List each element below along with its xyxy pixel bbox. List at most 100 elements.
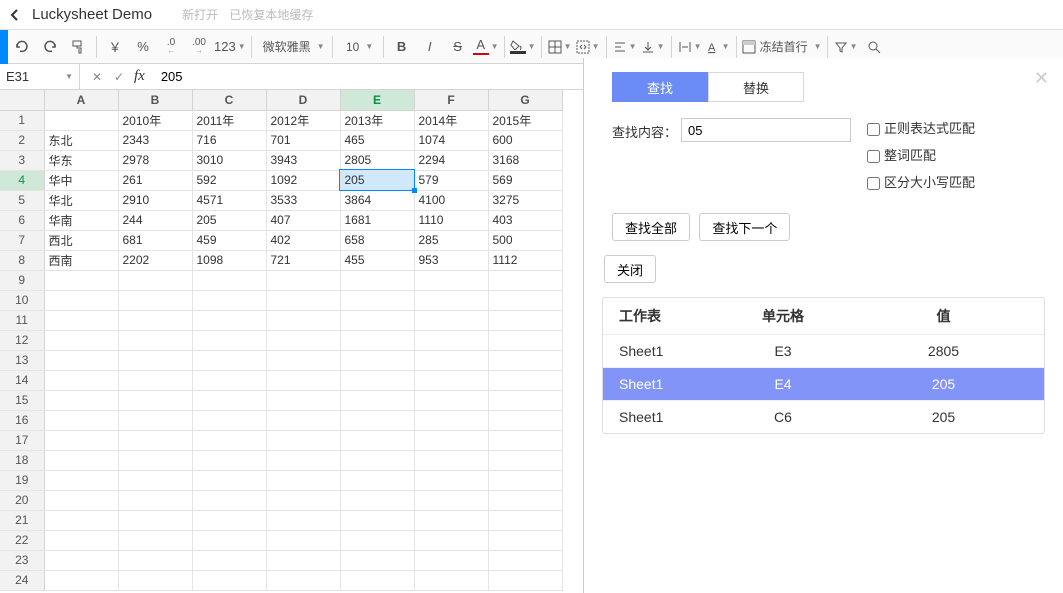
col-header[interactable]: E [340, 90, 414, 110]
cell[interactable] [340, 270, 414, 290]
strikethrough-button[interactable]: S [445, 34, 471, 60]
cell[interactable]: 244 [118, 210, 192, 230]
cell[interactable] [340, 450, 414, 470]
cell[interactable] [192, 530, 266, 550]
format-painter-button[interactable] [65, 34, 91, 60]
find-input[interactable] [681, 118, 851, 142]
cell[interactable] [414, 490, 488, 510]
close-icon[interactable]: ✕ [1034, 68, 1049, 89]
row-header[interactable]: 1 [0, 110, 44, 130]
cell[interactable] [414, 310, 488, 330]
cell[interactable] [44, 290, 118, 310]
cell[interactable] [340, 290, 414, 310]
redo-button[interactable] [37, 34, 63, 60]
cell[interactable]: 华东 [44, 150, 118, 170]
cell[interactable]: 3533 [266, 190, 340, 210]
cell[interactable] [44, 390, 118, 410]
cell[interactable]: 1098 [192, 250, 266, 270]
cell[interactable] [340, 570, 414, 590]
whole-word-checkbox[interactable] [867, 150, 880, 163]
rotate-button[interactable]: A▼ [705, 34, 731, 60]
row-header[interactable]: 13 [0, 350, 44, 370]
cell[interactable] [118, 450, 192, 470]
percent-button[interactable]: % [130, 34, 156, 60]
cell[interactable] [414, 390, 488, 410]
row-header[interactable]: 20 [0, 490, 44, 510]
cell[interactable] [192, 290, 266, 310]
row-header[interactable]: 18 [0, 450, 44, 470]
cell[interactable]: 1074 [414, 130, 488, 150]
cell[interactable]: 658 [340, 230, 414, 250]
cell[interactable] [266, 570, 340, 590]
cell[interactable] [44, 470, 118, 490]
cell[interactable]: 西南 [44, 250, 118, 270]
cell[interactable]: 455 [340, 250, 414, 270]
cell[interactable] [118, 530, 192, 550]
cell[interactable] [414, 410, 488, 430]
cell[interactable] [340, 490, 414, 510]
cell[interactable] [266, 310, 340, 330]
cell[interactable]: 701 [266, 130, 340, 150]
cell[interactable] [118, 390, 192, 410]
cell[interactable] [488, 350, 562, 370]
cell[interactable]: 2012年 [266, 110, 340, 130]
cell[interactable] [414, 450, 488, 470]
cell[interactable]: 261 [118, 170, 192, 190]
number-format-button[interactable]: 123▼ [214, 34, 246, 60]
row-header[interactable]: 6 [0, 210, 44, 230]
cell[interactable]: 500 [488, 230, 562, 250]
row-header[interactable]: 8 [0, 250, 44, 270]
cell[interactable] [488, 390, 562, 410]
cell[interactable]: 403 [488, 210, 562, 230]
cell[interactable] [340, 550, 414, 570]
cell[interactable] [44, 370, 118, 390]
cell[interactable]: 721 [266, 250, 340, 270]
freeze-button[interactable]: 冻结首行▼ [742, 34, 822, 60]
search-button[interactable] [861, 34, 887, 60]
halign-button[interactable]: ▼ [612, 34, 638, 60]
cell[interactable]: 1681 [340, 210, 414, 230]
cell[interactable]: 569 [488, 170, 562, 190]
cell[interactable] [118, 470, 192, 490]
cell[interactable] [488, 270, 562, 290]
cell[interactable] [118, 430, 192, 450]
corner-cell[interactable] [0, 90, 44, 110]
cell[interactable] [340, 390, 414, 410]
cell[interactable]: 东北 [44, 130, 118, 150]
regex-checkbox[interactable] [867, 123, 880, 136]
cell[interactable]: 2015年 [488, 110, 562, 130]
cell[interactable] [266, 450, 340, 470]
cell[interactable] [340, 510, 414, 530]
cell[interactable] [488, 510, 562, 530]
cell[interactable] [118, 550, 192, 570]
cell[interactable]: 592 [192, 170, 266, 190]
cell[interactable] [192, 330, 266, 350]
row-header[interactable]: 10 [0, 290, 44, 310]
cell[interactable]: 3168 [488, 150, 562, 170]
cell[interactable]: 3864 [340, 190, 414, 210]
whole-word-checkbox-label[interactable]: 整词匹配 [867, 145, 975, 164]
cell[interactable] [44, 110, 118, 130]
results-row[interactable]: Sheet1C6205 [603, 400, 1044, 433]
cell[interactable]: 681 [118, 230, 192, 250]
cell[interactable] [340, 330, 414, 350]
filter-button[interactable]: ▼ [833, 34, 859, 60]
cell[interactable]: 2013年 [340, 110, 414, 130]
cell[interactable] [118, 490, 192, 510]
cell[interactable] [488, 450, 562, 470]
cell[interactable]: 1092 [266, 170, 340, 190]
cell[interactable]: 4571 [192, 190, 266, 210]
back-button[interactable] [6, 0, 24, 30]
fill-color-button[interactable]: ▼ [510, 34, 536, 60]
cell[interactable] [192, 550, 266, 570]
cell[interactable] [192, 510, 266, 530]
bold-button[interactable]: B [389, 34, 415, 60]
col-header[interactable]: G [488, 90, 562, 110]
cell[interactable] [44, 570, 118, 590]
cell[interactable] [488, 550, 562, 570]
cell[interactable] [44, 490, 118, 510]
cell[interactable] [266, 330, 340, 350]
cell[interactable] [414, 350, 488, 370]
fx-accept-icon[interactable]: ✓ [108, 66, 130, 88]
name-box[interactable]: E31 ▼ [0, 64, 80, 90]
